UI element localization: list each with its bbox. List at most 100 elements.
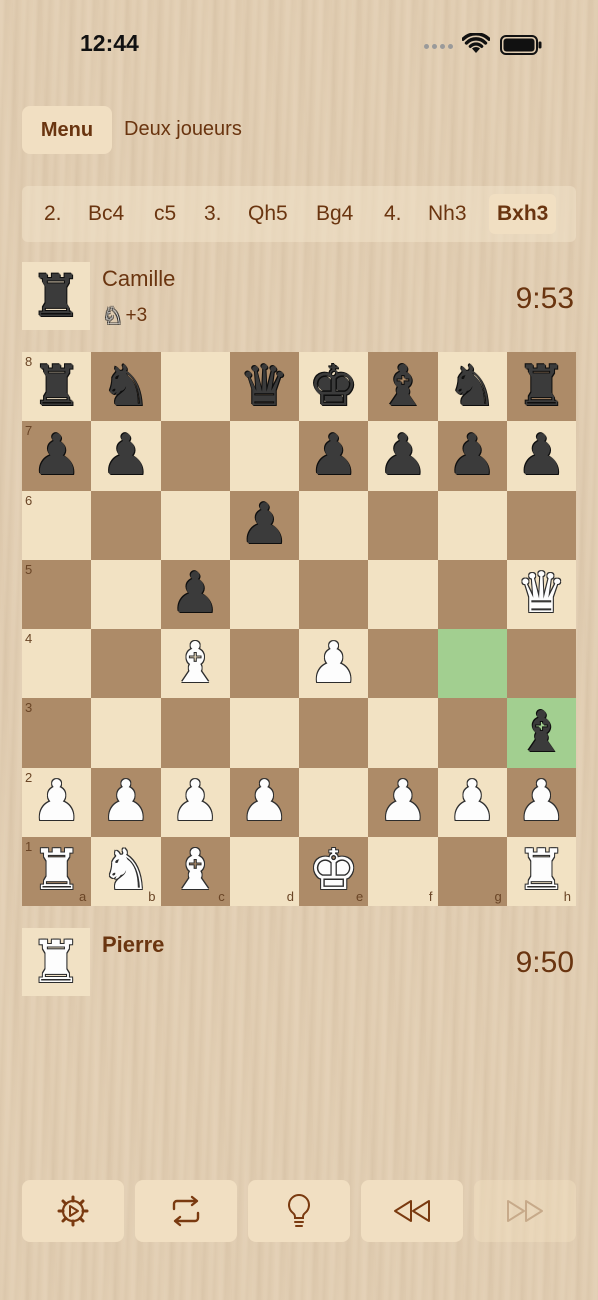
square-f5[interactable] (368, 559, 438, 629)
black-pawn-piece[interactable]: ♟ (447, 427, 497, 484)
square-f6[interactable] (368, 490, 438, 560)
white-bishop-piece[interactable]: ♝ (170, 843, 220, 899)
square-h6[interactable] (506, 490, 576, 560)
square-c7[interactable] (160, 421, 230, 491)
flip-board-button[interactable] (135, 1180, 237, 1242)
square-h7[interactable]: ♟ (506, 421, 576, 491)
black-pawn-piece[interactable]: ♟ (378, 427, 428, 484)
black-pawn-piece[interactable]: ♟ (516, 427, 566, 484)
square-h5[interactable]: ♛ (506, 559, 576, 629)
chess-board[interactable]: 8 ♜ ♞ ♛ ♚ ♝ ♞ ♜ 7 ♟ ♟ ♟ ♟ ♟ ♟ 6 ♟ 5 ♟ ♛ 4 ♝ ♟ 3 ♝ 2 ♟ ♟ ♟ ♟ ♟ ♟ ♟ 1 a ♜ b ♞ c ♝… (22, 352, 576, 906)
square-h2[interactable]: ♟ (506, 767, 576, 837)
white-pawn-piece[interactable]: ♟ (447, 774, 497, 830)
square-f7[interactable]: ♟ (368, 421, 438, 491)
square-g2[interactable]: ♟ (437, 767, 507, 837)
square-e2[interactable] (299, 767, 369, 837)
square-d6[interactable]: ♟ (229, 490, 299, 560)
white-pawn-piece[interactable]: ♟ (32, 774, 82, 830)
black-knight-piece[interactable]: ♞ (447, 358, 497, 415)
black-pawn-piece[interactable]: ♟ (101, 427, 151, 484)
square-a2[interactable]: 2 ♟ (22, 767, 92, 837)
current-move-item[interactable]: Bxh3 (489, 194, 557, 234)
move-item[interactable]: Qh5 (240, 194, 296, 234)
square-b4[interactable] (91, 629, 161, 699)
square-a7[interactable]: 7 ♟ (22, 421, 92, 491)
square-c6[interactable] (160, 490, 230, 560)
square-d2[interactable]: ♟ (229, 767, 299, 837)
square-d3[interactable] (229, 698, 299, 768)
square-g7[interactable]: ♟ (437, 421, 507, 491)
square-e5[interactable] (299, 559, 369, 629)
rewind-button[interactable] (361, 1180, 463, 1242)
square-f8[interactable]: ♝ (368, 352, 438, 422)
square-c5[interactable]: ♟ (160, 559, 230, 629)
hint-button[interactable] (248, 1180, 350, 1242)
square-g1[interactable]: g (437, 836, 507, 906)
square-d7[interactable] (229, 421, 299, 491)
square-f4[interactable] (368, 629, 438, 699)
fast-forward-button[interactable] (474, 1180, 576, 1242)
square-b3[interactable] (91, 698, 161, 768)
black-rook-piece[interactable]: ♜ (32, 358, 82, 415)
square-e6[interactable] (299, 490, 369, 560)
white-pawn-piece[interactable]: ♟ (239, 774, 289, 830)
square-e8[interactable]: ♚ (299, 352, 369, 422)
move-item[interactable]: Bg4 (308, 194, 361, 234)
black-pawn-piece[interactable]: ♟ (239, 497, 289, 553)
white-rook-piece[interactable]: ♜ (32, 843, 82, 899)
settings-button[interactable] (22, 1180, 124, 1242)
square-a1[interactable]: 1 a ♜ (22, 836, 92, 906)
white-pawn-piece[interactable]: ♟ (378, 774, 428, 830)
square-a6[interactable]: 6 (22, 490, 92, 560)
square-e1[interactable]: e ♚ (299, 836, 369, 906)
square-f2[interactable]: ♟ (368, 767, 438, 837)
square-e7[interactable]: ♟ (299, 421, 369, 491)
black-pawn-piece[interactable]: ♟ (309, 427, 359, 484)
square-d5[interactable] (229, 559, 299, 629)
square-h1[interactable]: h ♜ (506, 836, 576, 906)
move-list[interactable]: 2. Bc4 c5 3. Qh5 Bg4 4. Nh3 Bxh3 (22, 186, 576, 242)
white-bishop-piece[interactable]: ♝ (170, 635, 220, 692)
square-g4[interactable] (437, 629, 507, 699)
square-f3[interactable] (368, 698, 438, 768)
square-h4[interactable] (506, 629, 576, 699)
square-h3[interactable]: ♝ (506, 698, 576, 768)
square-b2[interactable]: ♟ (91, 767, 161, 837)
black-king-piece[interactable]: ♚ (309, 358, 359, 415)
square-g8[interactable]: ♞ (437, 352, 507, 422)
square-g3[interactable] (437, 698, 507, 768)
square-c8[interactable] (160, 352, 230, 422)
white-pawn-piece[interactable]: ♟ (170, 774, 220, 830)
white-rook-piece[interactable]: ♜ (516, 843, 566, 899)
black-knight-piece[interactable]: ♞ (101, 358, 151, 415)
white-pawn-piece[interactable]: ♟ (516, 774, 566, 830)
square-d1[interactable]: d (229, 836, 299, 906)
black-rook-piece[interactable]: ♜ (516, 358, 566, 415)
square-b5[interactable] (91, 559, 161, 629)
move-item[interactable]: c5 (146, 194, 184, 234)
square-d8[interactable]: ♛ (229, 352, 299, 422)
white-pawn-piece[interactable]: ♟ (101, 774, 151, 830)
black-bishop-piece[interactable]: ♝ (378, 358, 428, 415)
black-queen-piece[interactable]: ♛ (239, 358, 289, 415)
square-f1[interactable]: f (368, 836, 438, 906)
square-g6[interactable] (437, 490, 507, 560)
move-item[interactable]: Nh3 (420, 194, 475, 234)
square-c3[interactable] (160, 698, 230, 768)
square-b1[interactable]: b ♞ (91, 836, 161, 906)
square-a8[interactable]: 8 ♜ (22, 352, 92, 422)
square-g5[interactable] (437, 559, 507, 629)
square-b6[interactable] (91, 490, 161, 560)
black-pawn-piece[interactable]: ♟ (170, 566, 220, 622)
white-king-piece[interactable]: ♚ (309, 843, 359, 899)
square-c2[interactable]: ♟ (160, 767, 230, 837)
white-pawn-piece[interactable]: ♟ (309, 635, 359, 692)
square-a3[interactable]: 3 (22, 698, 92, 768)
white-knight-piece[interactable]: ♞ (101, 843, 151, 899)
square-c4[interactable]: ♝ (160, 629, 230, 699)
square-h8[interactable]: ♜ (506, 352, 576, 422)
white-queen-piece[interactable]: ♛ (516, 566, 566, 622)
square-b7[interactable]: ♟ (91, 421, 161, 491)
square-c1[interactable]: c ♝ (160, 836, 230, 906)
square-e3[interactable] (299, 698, 369, 768)
